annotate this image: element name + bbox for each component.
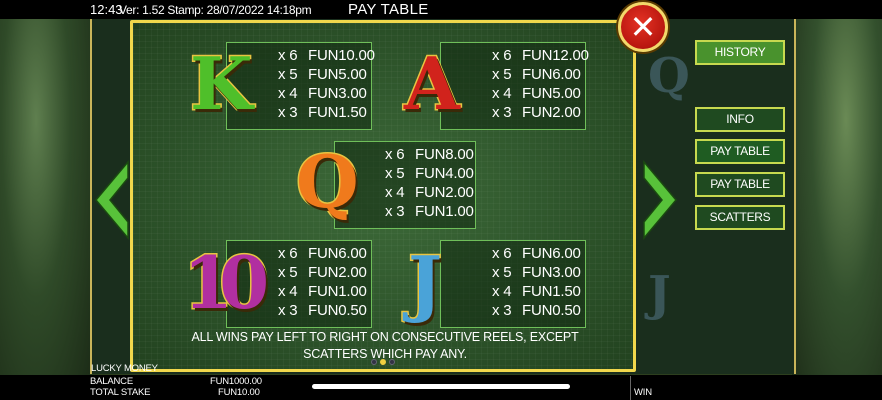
chevron-right-icon[interactable] bbox=[640, 160, 680, 240]
page-title: PAY TABLE bbox=[348, 1, 429, 18]
close-button[interactable]: ✕ bbox=[618, 2, 668, 52]
version-stamp: Ver: 1.52 Stamp: 28/07/2022 14:18pm bbox=[119, 3, 312, 17]
pay-row: x 6 FUN8.00 bbox=[385, 146, 474, 163]
pay-row: x 3 FUN2.00 bbox=[492, 104, 581, 121]
close-icon: ✕ bbox=[629, 8, 657, 46]
pay-row: x 4 FUN1.00 bbox=[278, 283, 367, 300]
symbol-a-icon: A bbox=[403, 41, 462, 126]
chevron-left-icon[interactable] bbox=[92, 160, 132, 240]
paytable-j: x 6 FUN6.00 x 5 FUN3.00 x 4 FUN1.50 x 3 FUN0… bbox=[492, 244, 581, 320]
pay-row: x 4 FUN1.50 bbox=[492, 283, 581, 300]
history-button[interactable]: HISTORY bbox=[695, 40, 785, 65]
stake-label: TOTAL STAKE bbox=[90, 387, 151, 398]
top-status-bar: 12:43 Ver: 1.52 Stamp: 28/07/2022 14:18p… bbox=[0, 0, 882, 19]
scenery-left bbox=[0, 0, 90, 400]
rule-text: ALL WINS PAY LEFT TO RIGHT ON CONSECUTIV… bbox=[191, 330, 579, 361]
pay-row: x 4 FUN3.00 bbox=[278, 85, 367, 102]
pay-row: x 4 FUN2.00 bbox=[385, 184, 474, 201]
pay-row: x 5 FUN5.00 bbox=[278, 66, 367, 83]
paytable-q: x 6 FUN8.00 x 5 FUN4.00 x 4 FUN2.00 x 3 FUN1… bbox=[385, 145, 474, 221]
game-name: LUCKY MONEY bbox=[91, 363, 158, 374]
clock: 12:43 bbox=[90, 2, 123, 17]
stake-value: FUN10.00 bbox=[218, 387, 260, 398]
balance-value: FUN1000.00 bbox=[210, 376, 262, 387]
symbol-j-icon: J bbox=[406, 240, 443, 325]
page-dot[interactable] bbox=[389, 359, 395, 365]
pay-row: x 5 FUN4.00 bbox=[385, 165, 474, 182]
win-label: WIN bbox=[634, 387, 652, 398]
balance-label: BALANCE bbox=[90, 376, 133, 387]
symbol-k-icon: K bbox=[189, 41, 255, 126]
paytable-k: x 6 FUN10.00 x 5 FUN5.00 x 4 FUN3.00 x 3 FUN… bbox=[278, 46, 375, 122]
pay-row: x 6 FUN6.00 bbox=[278, 245, 367, 262]
scatters-button[interactable]: SCATTERS bbox=[695, 205, 785, 230]
pay-row: x 3 FUN1.00 bbox=[385, 203, 474, 220]
pay-row: x 5 FUN3.00 bbox=[492, 264, 581, 281]
symbol-10-icon: 10 bbox=[181, 240, 270, 325]
page-dot-active[interactable] bbox=[380, 359, 386, 365]
pay-row: x 6 FUN10.00 bbox=[278, 47, 375, 64]
info-button[interactable]: INFO bbox=[695, 107, 785, 132]
scenery-right bbox=[792, 0, 882, 400]
paytable-a: x 6 FUN12.00 x 5 FUN6.00 x 4 FUN5.00 x 3 FUN… bbox=[492, 46, 589, 122]
pay-row: x 3 FUN0.50 bbox=[278, 302, 367, 319]
ghost-reel-symbol: Q bbox=[648, 48, 690, 104]
pay-row: x 6 FUN12.00 bbox=[492, 47, 589, 64]
ghost-reel-symbol: J bbox=[648, 266, 671, 322]
page-indicator bbox=[371, 359, 395, 365]
pay-row: x 5 FUN2.00 bbox=[278, 264, 367, 281]
paytable-button-1[interactable]: PAY TABLE bbox=[695, 139, 785, 164]
pay-row: x 5 FUN6.00 bbox=[492, 66, 581, 83]
pay-row: x 3 FUN0.50 bbox=[492, 302, 581, 319]
paytable-button-2[interactable]: PAY TABLE bbox=[695, 172, 785, 197]
symbol-q-icon: Q bbox=[295, 139, 361, 224]
win-divider bbox=[630, 376, 631, 400]
paytable-10: x 6 FUN6.00 x 5 FUN2.00 x 4 FUN1.00 x 3 FUN0… bbox=[278, 244, 367, 320]
pay-row: x 3 FUN1.50 bbox=[278, 104, 367, 121]
home-indicator[interactable] bbox=[312, 384, 570, 389]
pay-row: x 6 FUN6.00 bbox=[492, 245, 581, 262]
page-dot[interactable] bbox=[371, 359, 377, 365]
pay-row: x 4 FUN5.00 bbox=[492, 85, 581, 102]
